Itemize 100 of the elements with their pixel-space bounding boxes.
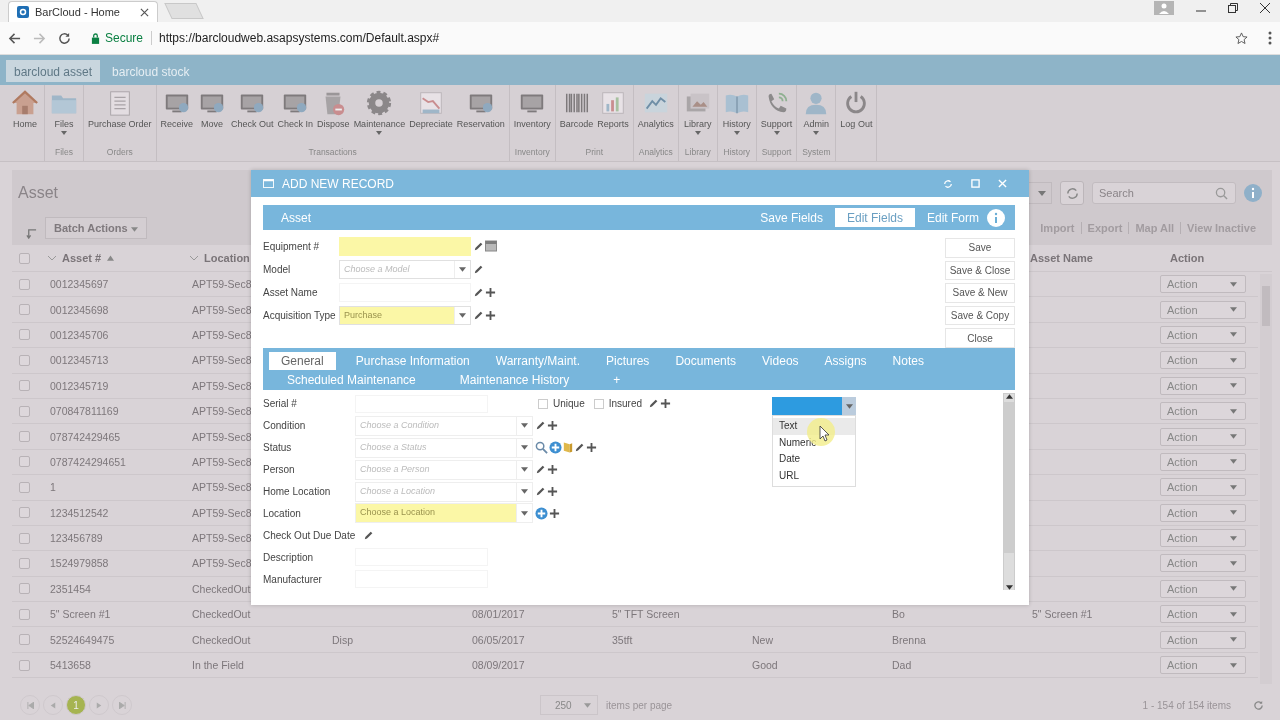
form-tab[interactable]: Videos — [756, 351, 805, 370]
action-dropdown[interactable]: Action — [1160, 427, 1246, 446]
plus-circle-icon[interactable] — [549, 441, 562, 455]
select-field[interactable]: Choose a Model — [339, 259, 471, 279]
select-field[interactable]: Choose a Condition — [355, 415, 533, 436]
plus-icon[interactable] — [547, 464, 558, 476]
plus-icon[interactable] — [485, 286, 496, 298]
action-dropdown[interactable]: Action — [1160, 402, 1246, 421]
toolbar-button[interactable]: Files — [47, 89, 81, 147]
pencil-icon[interactable] — [535, 420, 546, 432]
toolbar-button[interactable]: Check In — [275, 89, 316, 147]
dialog-button[interactable]: Save & Copy — [945, 305, 1015, 326]
row-checkbox[interactable] — [19, 304, 30, 316]
select-field[interactable]: Choose a Status — [355, 437, 533, 458]
app-tab[interactable]: barcloud asset — [6, 60, 101, 82]
form-tab[interactable]: Purchase Information — [349, 351, 476, 370]
column-header[interactable]: Asset # — [38, 252, 115, 264]
column-header[interactable]: Action — [1160, 252, 1205, 264]
toolbar-button[interactable]: Home — [8, 89, 42, 147]
refresh-button[interactable] — [1060, 181, 1084, 205]
action-dropdown[interactable]: Action — [1160, 452, 1246, 471]
toolbar-button[interactable]: Reports — [595, 89, 631, 147]
action-dropdown[interactable]: Action — [1160, 579, 1246, 598]
toolbar-button[interactable]: Maintenance — [351, 89, 408, 147]
pencil-icon[interactable] — [473, 263, 484, 275]
row-checkbox[interactable] — [19, 532, 30, 544]
pencil-icon[interactable] — [363, 529, 375, 541]
form-tab[interactable]: Notes — [886, 351, 930, 370]
row-checkbox[interactable] — [19, 380, 30, 392]
action-dropdown[interactable]: Action — [1160, 656, 1246, 675]
toolbar-button[interactable]: Check Out — [229, 89, 276, 147]
type-dropdown[interactable] — [772, 397, 856, 415]
forward-icon[interactable] — [33, 31, 46, 45]
form-tab[interactable]: Maintenance History — [453, 370, 576, 389]
form-tab[interactable]: + — [607, 370, 627, 389]
page-size-dropdown[interactable]: 250 — [540, 695, 598, 715]
action-dropdown[interactable]: Action — [1160, 529, 1246, 548]
pencil-icon[interactable] — [473, 240, 484, 252]
row-checkbox[interactable] — [19, 329, 30, 341]
pencil-icon[interactable] — [648, 398, 660, 410]
scroll-down-icon[interactable] — [1005, 585, 1013, 590]
toolbar-button[interactable]: Reservation — [454, 89, 507, 147]
close-icon[interactable] — [140, 7, 149, 17]
user-icon[interactable] — [1154, 1, 1174, 15]
browser-tab[interactable]: BarCloud - Home — [8, 1, 158, 22]
checkbox[interactable] — [593, 398, 604, 409]
plus-icon[interactable] — [547, 420, 558, 432]
header-action-button[interactable]: Edit Fields — [834, 208, 915, 227]
action-dropdown[interactable]: Action — [1160, 325, 1246, 344]
scroll-up-icon[interactable] — [1005, 394, 1013, 399]
app-tab[interactable]: barcloud stock — [104, 60, 198, 82]
toolbar-button[interactable]: Move — [195, 89, 230, 147]
search-icon[interactable] — [535, 441, 548, 455]
select-field[interactable]: Choose a Location — [355, 481, 533, 502]
new-tab-button[interactable] — [164, 3, 204, 19]
row-checkbox[interactable] — [19, 456, 30, 468]
toolbar-button[interactable]: History — [719, 89, 754, 147]
maximize-icon[interactable] — [1228, 3, 1238, 13]
form-tab[interactable]: Warranty/Maint. — [489, 351, 586, 370]
checkbox[interactable] — [538, 398, 548, 409]
toolbar-button[interactable]: Barcode — [557, 89, 596, 147]
action-dropdown[interactable]: Action — [1160, 300, 1246, 319]
plus-icon[interactable] — [547, 486, 558, 497]
select-field[interactable]: Choose a Person — [355, 459, 533, 480]
form-tab[interactable]: Scheduled Maintenance — [281, 370, 422, 389]
menu-icon[interactable] — [1268, 31, 1272, 45]
toolbar-button[interactable]: Support — [758, 89, 795, 147]
form-tab[interactable]: Pictures — [600, 351, 656, 370]
house-icon[interactable] — [11, 89, 39, 117]
pencil-icon[interactable] — [574, 442, 585, 454]
form-tab[interactable]: Assigns — [818, 351, 873, 370]
action-dropdown[interactable]: Action — [1160, 478, 1246, 497]
row-checkbox[interactable] — [19, 659, 30, 671]
select-field[interactable]: Purchase — [339, 305, 471, 325]
action-dropdown[interactable]: Action — [1160, 630, 1246, 649]
close-icon[interactable] — [1260, 3, 1270, 13]
action-dropdown[interactable]: Action — [1160, 503, 1246, 522]
column-header[interactable]: Location — [180, 252, 250, 264]
pencil-icon[interactable] — [473, 309, 484, 321]
header-action-button[interactable]: Save Fields — [754, 208, 829, 227]
plus-circle-icon[interactable] — [535, 506, 548, 520]
form-tab[interactable]: Documents — [669, 351, 743, 370]
plus-icon[interactable] — [485, 309, 496, 321]
toolbar-button[interactable]: Receive — [158, 89, 196, 147]
gear-icon[interactable] — [365, 89, 394, 117]
dialog-button[interactable]: Save & New — [945, 283, 1015, 303]
select-field[interactable]: Choose a Location — [355, 503, 533, 524]
pencil-icon[interactable] — [535, 486, 546, 497]
chevron-icon[interactable] — [48, 255, 56, 261]
dropdown-option[interactable]: URL — [773, 467, 855, 484]
refresh-icon[interactable] — [1253, 699, 1264, 711]
info-icon[interactable] — [1244, 184, 1262, 202]
row-checkbox[interactable] — [19, 583, 30, 595]
plus-icon[interactable] — [660, 398, 672, 410]
row-checkbox[interactable] — [19, 481, 30, 493]
select-all-checkbox[interactable] — [19, 252, 30, 264]
page-button[interactable]: 1 — [66, 695, 86, 715]
pencil-icon[interactable] — [535, 464, 546, 476]
scrollbar[interactable] — [1260, 274, 1272, 684]
back-icon[interactable] — [8, 31, 21, 45]
